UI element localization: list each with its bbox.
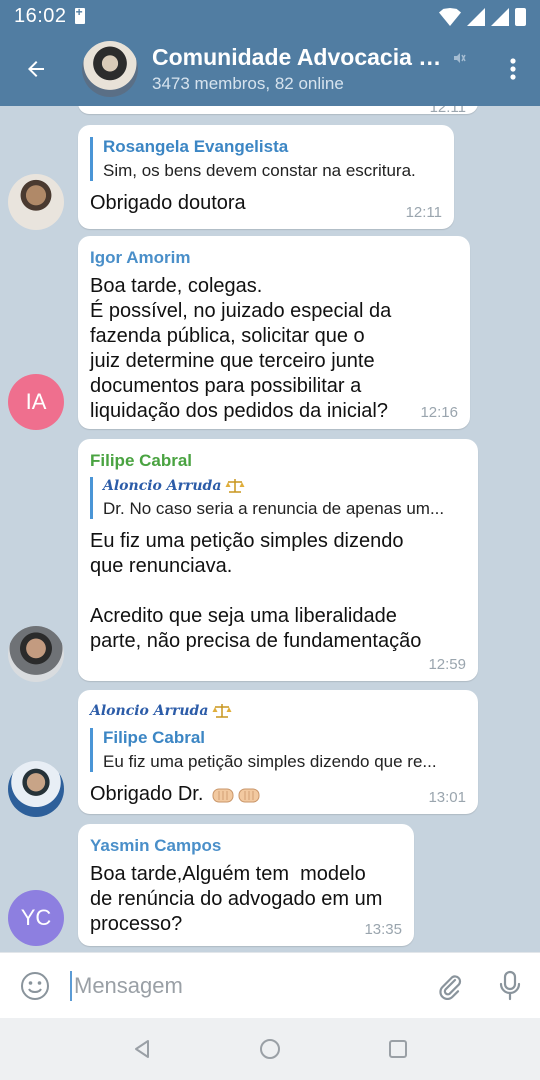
- signature-text: Aloncio Arruda: [90, 703, 209, 719]
- more-vertical-icon: [510, 58, 516, 80]
- message-bubble-partial[interactable]: 12:11: [78, 106, 478, 116]
- reply-sender-name: Rosangela Evangelista: [103, 137, 289, 156]
- nav-home-button[interactable]: [250, 1029, 290, 1069]
- avatar[interactable]: [8, 761, 64, 817]
- reply-sender-signature: Aloncio Arruda: [103, 477, 464, 495]
- message-bubble[interactable]: Yasmin Campos Boa tarde,Alguém tem model…: [78, 824, 414, 946]
- emoji-icon: [21, 971, 49, 1000]
- chat-title: Comunidade Advocacia d...: [152, 44, 444, 70]
- header-info[interactable]: Comunidade Advocacia d... 3473 membros, …: [152, 44, 486, 94]
- sender-name[interactable]: Igor Amorim: [90, 248, 456, 268]
- sender-signature[interactable]: Aloncio Arruda: [90, 702, 464, 720]
- message-text: Boa tarde,Alguém tem modelo de renúncia …: [90, 863, 383, 935]
- status-icons: [439, 6, 526, 26]
- signal-icon: [467, 8, 485, 26]
- nav-recents-icon: [389, 1040, 407, 1058]
- signature-text: Aloncio Arruda: [103, 478, 222, 494]
- battery-icon: [515, 8, 526, 26]
- attach-button[interactable]: [420, 953, 480, 1019]
- message-time: 13:35: [364, 921, 402, 938]
- voice-message-button[interactable]: [480, 953, 540, 1019]
- fist-bump-emoji-icon: [212, 788, 260, 802]
- message-bubble[interactable]: Aloncio Arruda Filipe Cabral Eu fiz uma …: [78, 690, 478, 814]
- reply-quote[interactable]: Aloncio Arruda Dr. No caso seria a renun…: [90, 477, 464, 519]
- reply-text: Dr. No caso seria a renuncia de apenas u…: [103, 499, 445, 518]
- sender-name[interactable]: Filipe Cabral: [90, 451, 464, 471]
- message-bubble[interactable]: Filipe Cabral Aloncio Arruda Dr. No caso…: [78, 439, 478, 681]
- mute-icon: [454, 52, 466, 63]
- message-bubble[interactable]: Rosangela Evangelista Sim, os bens devem…: [78, 125, 454, 229]
- chat-header: Comunidade Advocacia d... 3473 membros, …: [0, 32, 540, 106]
- reply-quote[interactable]: Filipe Cabral Eu fiz uma petição simples…: [90, 728, 464, 772]
- more-options-button[interactable]: [486, 32, 540, 106]
- message-text: Eu fiz uma petição simples dizendo que r…: [90, 530, 422, 652]
- message-time: 12:16: [420, 404, 458, 421]
- system-navigation-bar: [0, 1018, 540, 1080]
- group-avatar[interactable]: [82, 41, 138, 97]
- message-text: Boa tarde, colegas. É possível, no juiza…: [90, 275, 392, 422]
- avatar[interactable]: [8, 626, 64, 682]
- nav-back-icon: [135, 1040, 149, 1058]
- message-list[interactable]: 12:11 Rosangela Evangelista Sim, os bens…: [0, 106, 540, 952]
- emoji-button[interactable]: [0, 953, 70, 1019]
- status-time: 16:02: [14, 4, 67, 27]
- signal-icon-2: [491, 8, 509, 26]
- avatar[interactable]: [8, 174, 64, 230]
- message-time: 12:11: [429, 106, 466, 116]
- avatar[interactable]: YC: [8, 890, 64, 946]
- chat-subtitle: 3473 membros, 82 online: [152, 74, 344, 93]
- message-time: 13:01: [428, 789, 466, 806]
- status-bar: 16:02: [0, 0, 540, 32]
- message-composer: [0, 952, 540, 1018]
- message-text: Obrigado doutora: [90, 192, 246, 214]
- scales-icon: [212, 704, 232, 718]
- battery-saver-icon: [74, 5, 85, 24]
- message-input[interactable]: [70, 970, 420, 1001]
- reply-sender-name: Filipe Cabral: [103, 728, 206, 747]
- back-arrow-icon: [28, 61, 44, 77]
- reply-text: Eu fiz uma petição simples dizendo que r…: [103, 752, 437, 771]
- nav-home-icon: [260, 1039, 280, 1059]
- back-button[interactable]: [0, 32, 72, 106]
- message-time: 12:11: [405, 204, 442, 221]
- sender-name[interactable]: Yasmin Campos: [90, 836, 400, 856]
- microphone-icon: [499, 970, 521, 1000]
- message-time: 12:59: [428, 656, 466, 673]
- wifi-icon: [439, 8, 461, 26]
- reply-text: Sim, os bens devem constar na escritura.: [103, 161, 416, 180]
- message-bubble[interactable]: Igor Amorim Boa tarde, colegas. É possív…: [78, 236, 470, 429]
- message-text: Obrigado Dr.: [90, 783, 204, 805]
- nav-recents-button[interactable]: [378, 1029, 418, 1069]
- avatar[interactable]: IA: [8, 374, 64, 430]
- scales-icon: [225, 479, 245, 493]
- reply-quote[interactable]: Rosangela Evangelista Sim, os bens devem…: [90, 137, 440, 181]
- nav-back-button[interactable]: [122, 1029, 162, 1069]
- paperclip-icon: [439, 974, 462, 1000]
